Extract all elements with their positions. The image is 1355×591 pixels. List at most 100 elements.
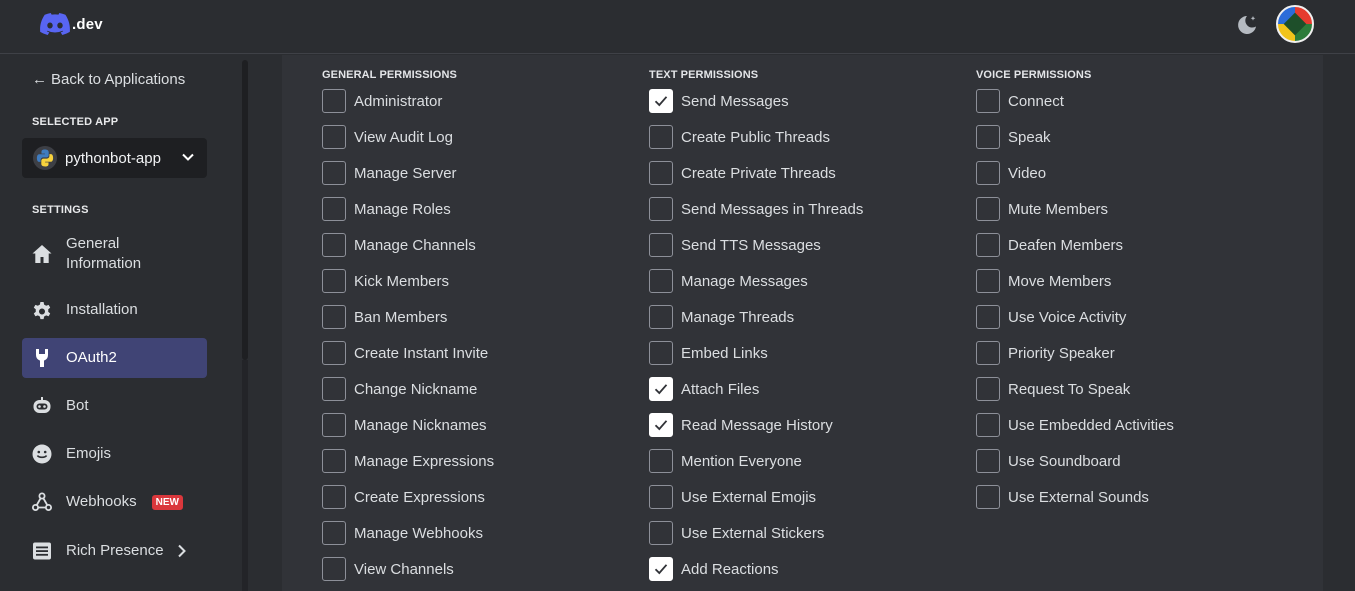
permission-checkbox[interactable]	[976, 341, 1000, 365]
app-selector-dropdown[interactable]: pythonbot-app	[22, 138, 207, 178]
sidebar-item-rich-presence[interactable]: Rich Presence	[22, 531, 207, 571]
permission-checkbox[interactable]	[322, 269, 346, 293]
permission-checkbox[interactable]	[649, 305, 673, 329]
permission-kick-members[interactable]: Kick Members	[322, 269, 449, 293]
permission-send-messages-in-threads[interactable]: Send Messages in Threads	[649, 197, 863, 221]
permission-checkbox[interactable]	[322, 341, 346, 365]
permission-mention-everyone[interactable]: Mention Everyone	[649, 449, 802, 473]
permission-checkbox[interactable]	[322, 197, 346, 221]
permission-use-soundboard[interactable]: Use Soundboard	[976, 449, 1121, 473]
permission-deafen-members[interactable]: Deafen Members	[976, 233, 1123, 257]
permission-mute-members[interactable]: Mute Members	[976, 197, 1108, 221]
permission-checkbox[interactable]	[649, 557, 673, 581]
discord-dev-logo[interactable]: .dev	[40, 13, 103, 35]
permission-checkbox[interactable]	[649, 89, 673, 113]
permission-ban-members[interactable]: Ban Members	[322, 305, 447, 329]
sidebar-item-general-information[interactable]: General Information	[22, 234, 207, 274]
permission-checkbox[interactable]	[976, 89, 1000, 113]
permission-administrator[interactable]: Administrator	[322, 89, 442, 113]
permission-checkbox[interactable]	[649, 197, 673, 221]
permission-checkbox[interactable]	[322, 413, 346, 437]
permission-manage-threads[interactable]: Manage Threads	[649, 305, 794, 329]
permission-label: Read Message History	[681, 416, 833, 434]
permission-manage-roles[interactable]: Manage Roles	[322, 197, 451, 221]
sidebar-scrollbar-thumb[interactable]	[242, 60, 248, 360]
permission-checkbox[interactable]	[322, 485, 346, 509]
permission-checkbox[interactable]	[649, 521, 673, 545]
permission-request-to-speak[interactable]: Request To Speak	[976, 377, 1130, 401]
permission-checkbox[interactable]	[649, 449, 673, 473]
permission-use-external-emojis[interactable]: Use External Emojis	[649, 485, 816, 509]
permission-checkbox[interactable]	[649, 125, 673, 149]
permission-manage-expressions[interactable]: Manage Expressions	[322, 449, 494, 473]
permission-checkbox[interactable]	[976, 125, 1000, 149]
permission-checkbox[interactable]	[976, 269, 1000, 293]
permission-use-external-stickers[interactable]: Use External Stickers	[649, 521, 824, 545]
permission-manage-messages[interactable]: Manage Messages	[649, 269, 808, 293]
permission-add-reactions[interactable]: Add Reactions	[649, 557, 779, 581]
sidebar-item-emojis[interactable]: Emojis	[22, 434, 207, 474]
permission-checkbox[interactable]	[976, 413, 1000, 437]
permission-use-embedded-activities[interactable]: Use Embedded Activities	[976, 413, 1174, 437]
user-avatar[interactable]	[1276, 5, 1314, 43]
sidebar-item-oauth2[interactable]: OAuth2	[22, 338, 207, 378]
permission-checkbox[interactable]	[976, 161, 1000, 185]
permission-priority-speaker[interactable]: Priority Speaker	[976, 341, 1115, 365]
permission-checkbox[interactable]	[649, 341, 673, 365]
permission-use-voice-activity[interactable]: Use Voice Activity	[976, 305, 1126, 329]
app-name: pythonbot-app	[65, 149, 161, 167]
wrench-icon	[36, 349, 48, 367]
back-to-applications-link[interactable]: ← Back to Applications	[32, 71, 185, 88]
permission-send-messages[interactable]: Send Messages	[649, 89, 789, 113]
moon-star-icon[interactable]	[1234, 12, 1260, 38]
permission-checkbox[interactable]	[649, 269, 673, 293]
sidebar-item-webhooks[interactable]: Webhooks NEW	[22, 482, 207, 522]
permission-checkbox[interactable]	[976, 377, 1000, 401]
permission-checkbox[interactable]	[649, 377, 673, 401]
permission-label: Send Messages	[681, 92, 789, 110]
permission-checkbox[interactable]	[322, 449, 346, 473]
sidebar-item-installation[interactable]: Installation	[22, 290, 207, 330]
permission-create-private-threads[interactable]: Create Private Threads	[649, 161, 836, 185]
permission-create-expressions[interactable]: Create Expressions	[322, 485, 485, 509]
permission-checkbox[interactable]	[322, 305, 346, 329]
permission-checkbox[interactable]	[649, 233, 673, 257]
permission-send-tts-messages[interactable]: Send TTS Messages	[649, 233, 821, 257]
permission-attach-files[interactable]: Attach Files	[649, 377, 759, 401]
permission-checkbox[interactable]	[322, 377, 346, 401]
permission-view-audit-log[interactable]: View Audit Log	[322, 125, 453, 149]
permission-speak[interactable]: Speak	[976, 125, 1051, 149]
permission-read-message-history[interactable]: Read Message History	[649, 413, 833, 437]
sidebar-scrollbar-track[interactable]	[242, 360, 248, 591]
permission-checkbox[interactable]	[976, 197, 1000, 221]
permission-checkbox[interactable]	[322, 125, 346, 149]
permission-change-nickname[interactable]: Change Nickname	[322, 377, 477, 401]
permission-checkbox[interactable]	[322, 557, 346, 581]
permission-embed-links[interactable]: Embed Links	[649, 341, 768, 365]
permission-manage-channels[interactable]: Manage Channels	[322, 233, 476, 257]
permission-checkbox[interactable]	[976, 485, 1000, 509]
sidebar-item-bot[interactable]: Bot	[22, 386, 207, 426]
permission-checkbox[interactable]	[649, 413, 673, 437]
permission-manage-nicknames[interactable]: Manage Nicknames	[322, 413, 487, 437]
permission-connect[interactable]: Connect	[976, 89, 1064, 113]
sidebar-item-label: Bot	[66, 397, 89, 414]
permission-checkbox[interactable]	[322, 161, 346, 185]
permission-use-external-sounds[interactable]: Use External Sounds	[976, 485, 1149, 509]
permission-video[interactable]: Video	[976, 161, 1046, 185]
permission-checkbox[interactable]	[649, 161, 673, 185]
permission-create-public-threads[interactable]: Create Public Threads	[649, 125, 830, 149]
permission-checkbox[interactable]	[322, 521, 346, 545]
permission-view-channels[interactable]: View Channels	[322, 557, 454, 581]
permission-label: Send TTS Messages	[681, 236, 821, 254]
permission-manage-server[interactable]: Manage Server	[322, 161, 457, 185]
permission-checkbox[interactable]	[322, 89, 346, 113]
permission-move-members[interactable]: Move Members	[976, 269, 1111, 293]
permission-checkbox[interactable]	[976, 233, 1000, 257]
permission-checkbox[interactable]	[322, 233, 346, 257]
permission-manage-webhooks[interactable]: Manage Webhooks	[322, 521, 483, 545]
permission-checkbox[interactable]	[976, 305, 1000, 329]
permission-create-instant-invite[interactable]: Create Instant Invite	[322, 341, 488, 365]
permission-checkbox[interactable]	[976, 449, 1000, 473]
permission-checkbox[interactable]	[649, 485, 673, 509]
